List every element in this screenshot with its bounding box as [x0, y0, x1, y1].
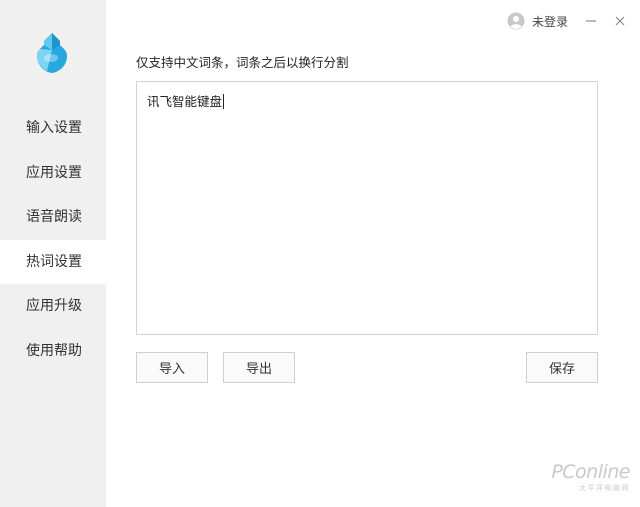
sidebar-item-hotword-settings[interactable]: 热词设置 — [0, 239, 106, 284]
close-button[interactable] — [611, 12, 629, 30]
watermark: PConline 太平洋电脑网 — [551, 461, 630, 493]
export-button[interactable]: 导出 — [223, 352, 295, 383]
save-button[interactable]: 保存 — [526, 352, 598, 383]
minimize-icon — [586, 20, 596, 22]
sidebar: 输入设置 应用设置 语音朗读 热词设置 应用升级 使用帮助 — [0, 0, 106, 507]
titlebar: 未登录 — [507, 0, 640, 42]
login-button[interactable]: 未登录 — [507, 12, 568, 30]
editor-content: 讯飞智能键盘 — [147, 94, 223, 109]
login-status-label: 未登录 — [531, 14, 568, 29]
hotword-editor[interactable]: 讯飞智能键盘 — [136, 81, 598, 335]
sidebar-item-input-settings[interactable]: 输入设置 — [0, 106, 106, 151]
watermark-subtitle: 太平洋电脑网 — [579, 484, 630, 492]
app-logo-icon — [37, 33, 67, 73]
user-avatar-icon — [507, 12, 525, 30]
sidebar-item-app-settings[interactable]: 应用设置 — [0, 151, 106, 196]
sidebar-item-help[interactable]: 使用帮助 — [0, 329, 106, 374]
settings-window: 输入设置 应用设置 语音朗读 热词设置 应用升级 使用帮助 未登录 仅支持中文词… — [0, 0, 640, 507]
import-button[interactable]: 导入 — [136, 352, 208, 383]
minimize-button[interactable] — [582, 12, 600, 30]
close-icon — [615, 16, 625, 26]
sidebar-item-app-upgrade[interactable]: 应用升级 — [0, 284, 106, 329]
watermark-logo: PConline — [551, 461, 630, 483]
sidebar-item-voice-reading[interactable]: 语音朗读 — [0, 195, 106, 240]
sidebar-nav: 输入设置 应用设置 语音朗读 热词设置 应用升级 使用帮助 — [0, 106, 106, 373]
instruction-text: 仅支持中文词条，词条之后以换行分割 — [136, 55, 349, 70]
text-caret — [223, 94, 225, 109]
